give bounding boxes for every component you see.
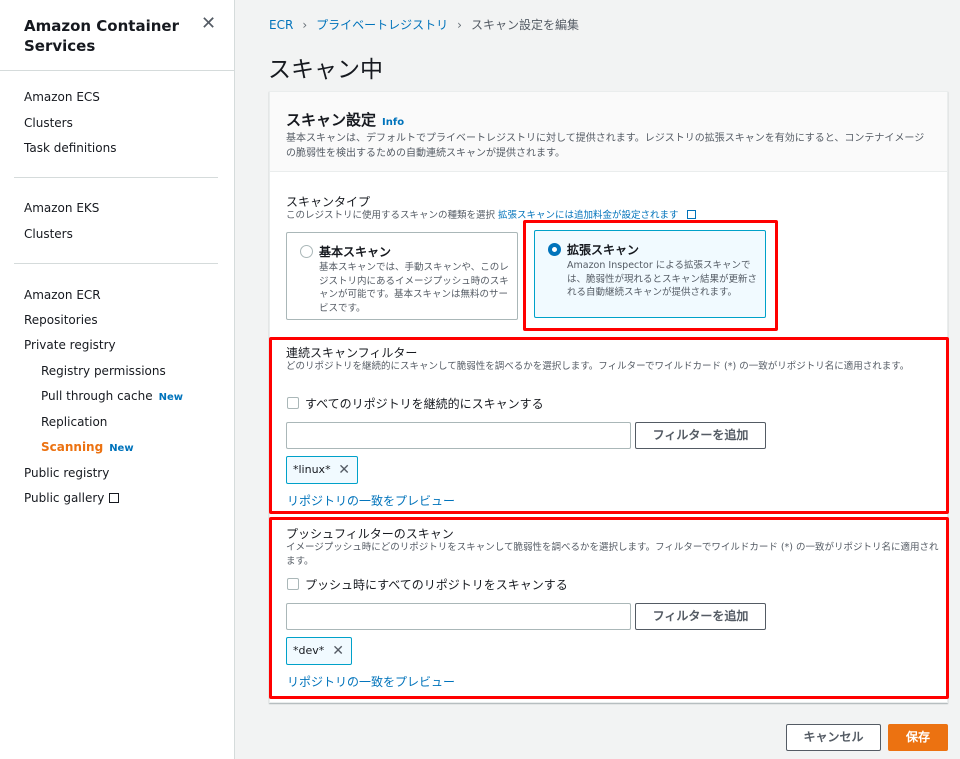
sidebar-item-eks-clusters[interactable]: Clusters — [24, 226, 73, 242]
panel-title: スキャン設定 Info — [286, 109, 404, 130]
sidebar-item-repositories[interactable]: Repositories — [24, 312, 98, 328]
breadcrumb-private-registry[interactable]: プライベートレジストリ — [316, 18, 448, 32]
basic-scan-title: 基本スキャン — [319, 245, 392, 259]
scan-type-description-text: このレジストリに使用するスキャンの種類を選択 — [286, 210, 496, 221]
breadcrumb: ECR › プライベートレジストリ › スキャン設定を編集 — [269, 16, 579, 33]
sidebar-item-public-registry[interactable]: Public registry — [24, 465, 109, 481]
divider — [14, 177, 218, 178]
chevron-right-icon: › — [457, 18, 462, 32]
sidebar-item-task-definitions[interactable]: Task definitions — [24, 140, 116, 156]
cancel-button[interactable]: キャンセル — [786, 724, 881, 751]
sidebar-item-public-gallery[interactable]: Public gallery — [24, 490, 120, 506]
panel-title-text: スキャン設定 — [286, 111, 377, 129]
basic-scan-option[interactable]: 基本スキャン 基本スキャンでは、手動スキャンや、このレジストリ内にあるイメージプ… — [286, 232, 518, 320]
info-link[interactable]: Info — [382, 117, 404, 128]
sidebar-item-ecs-clusters[interactable]: Clusters — [24, 115, 73, 131]
divider — [14, 263, 218, 264]
radio-button[interactable] — [300, 245, 313, 258]
new-badge: New — [109, 443, 134, 454]
panel-description: 基本スキャンは、デフォルトでプライベートレジストリに対して提供されます。レジスト… — [286, 133, 925, 159]
sidebar-item-label: Pull through cache — [41, 389, 153, 403]
highlight-box-push-filter — [269, 517, 949, 699]
sidebar-item-pull-through-cache[interactable]: Pull through cache New — [41, 388, 183, 406]
divider — [0, 70, 234, 71]
chevron-right-icon: › — [302, 18, 308, 32]
sidebar-item-label: Scanning — [41, 440, 104, 454]
external-link-icon — [109, 493, 120, 503]
close-icon[interactable]: ✕ — [201, 14, 216, 34]
new-badge: New — [158, 392, 184, 403]
save-button[interactable]: 保存 — [888, 724, 948, 751]
sidebar-section-ecr[interactable]: Amazon ECR — [24, 287, 101, 303]
sidebar-item-replication[interactable]: Replication — [41, 414, 107, 430]
panel-header: スキャン設定 Info 基本スキャンは、デフォルトでプライベートレジストリに対して… — [270, 92, 947, 172]
scan-type-label: スキャンタイプ — [286, 195, 371, 209]
sidebar-item-scanning[interactable]: Scanning New — [41, 439, 134, 457]
sidebar-title: Amazon Container Services — [24, 17, 179, 55]
sidebar-item-registry-permissions[interactable]: Registry permissions — [41, 363, 166, 379]
external-link-icon — [686, 210, 696, 219]
highlight-box-enhanced-scan — [523, 220, 778, 331]
sidebar-section-eks[interactable]: Amazon EKS — [24, 200, 99, 216]
sidebar-item-private-registry[interactable]: Private registry — [24, 337, 116, 353]
basic-scan-description: 基本スキャンでは、手動スキャンや、このレジストリ内にあるイメージプッシュ時のスキ… — [319, 262, 509, 314]
sidebar-section-ecs[interactable]: Amazon ECS — [24, 89, 100, 105]
breadcrumb-current: スキャン設定を編集 — [470, 18, 579, 32]
sidebar-item-label: Public gallery — [24, 491, 105, 505]
side-navigation: Amazon Container Services ✕ Amazon ECS C… — [0, 0, 235, 759]
highlight-box-continuous-filter — [269, 337, 949, 514]
page-title: スキャン中 — [268, 57, 383, 83]
breadcrumb-ecr[interactable]: ECR — [269, 18, 293, 32]
